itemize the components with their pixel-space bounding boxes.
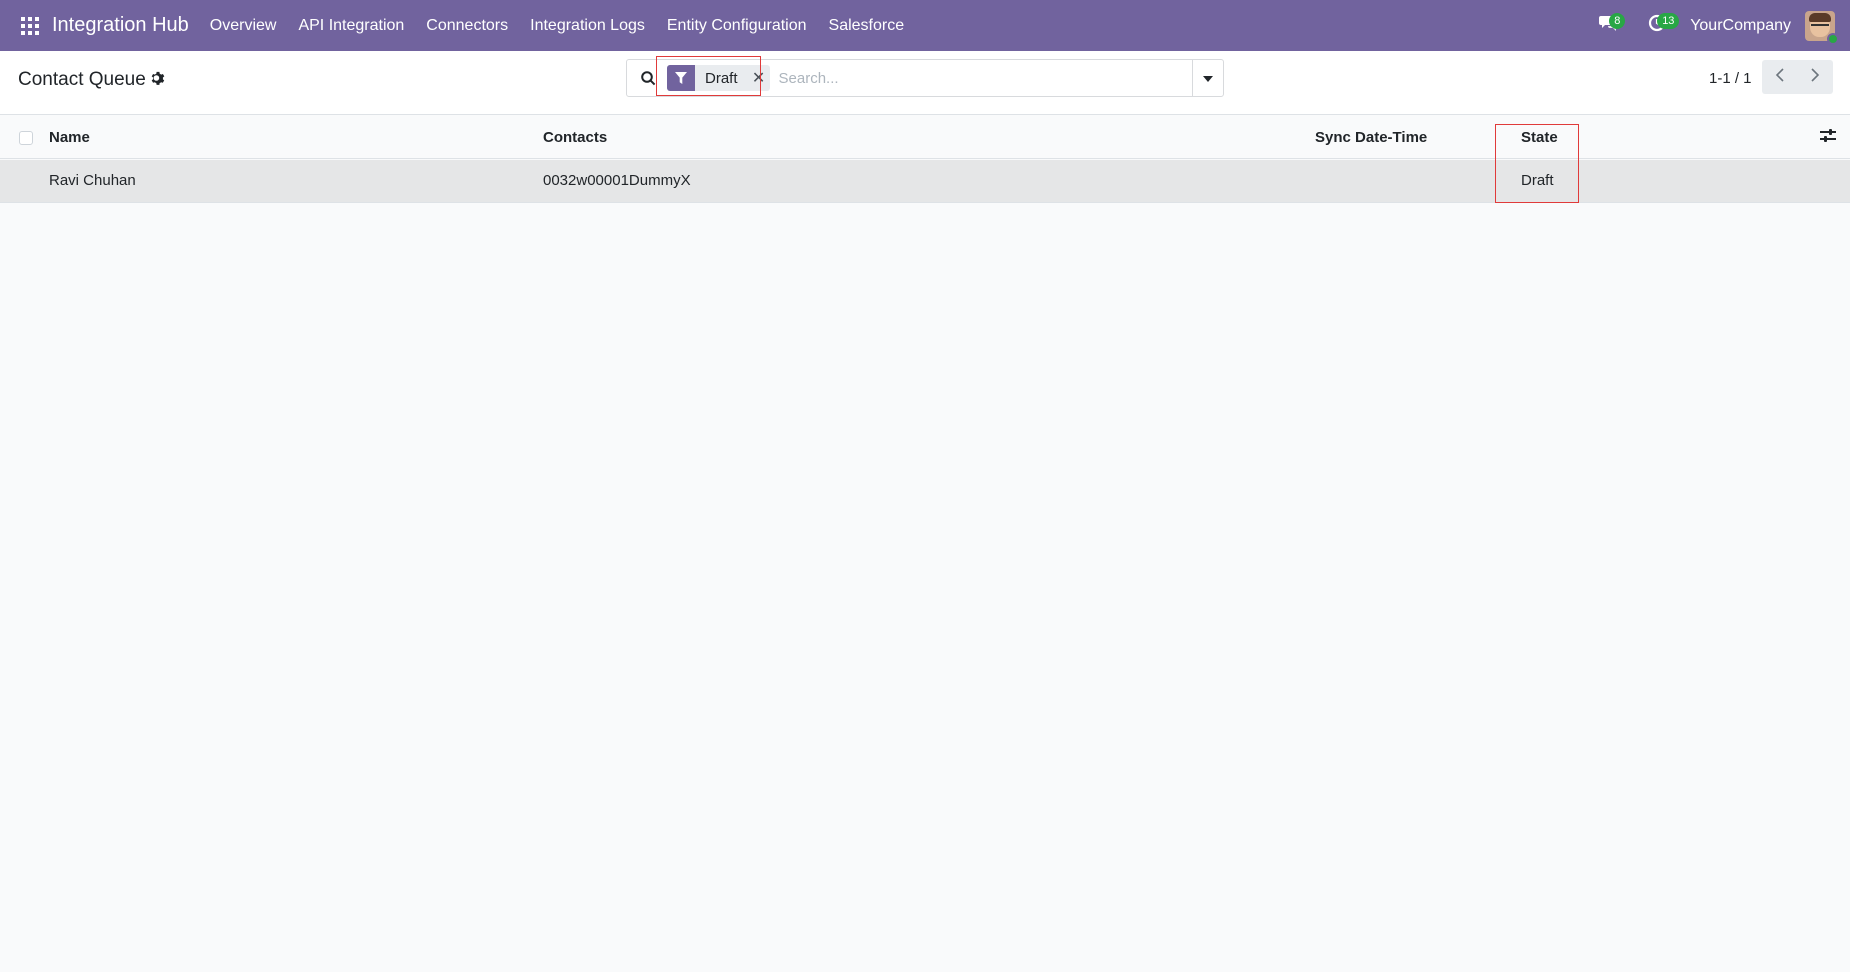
search-bar: Draft ✕ (626, 59, 1224, 97)
apps-grid-icon[interactable] (15, 11, 45, 41)
cell-name: Ravi Chuhan (49, 172, 136, 189)
systray: 8 13 YourCompany (1594, 0, 1850, 51)
menu-item-overview[interactable]: Overview (199, 0, 288, 51)
close-icon[interactable]: ✕ (748, 65, 770, 91)
top-navbar: Integration Hub Overview API Integration… (0, 0, 1850, 51)
menu-item-api-integration[interactable]: API Integration (287, 0, 415, 51)
filter-facet-draft[interactable]: Draft ✕ (667, 65, 770, 91)
select-all-checkbox[interactable] (19, 131, 33, 145)
column-header-contacts[interactable]: Contacts (543, 129, 607, 146)
activities-button[interactable]: 13 (1642, 11, 1680, 41)
search-input[interactable] (778, 63, 1192, 93)
pager-value[interactable]: 1-1 / 1 (1709, 70, 1752, 87)
cell-contacts: 0032w00001DummyX (543, 172, 691, 189)
table-row[interactable]: Ravi Chuhan 0032w00001DummyX Draft (0, 160, 1850, 203)
app-title[interactable]: Integration Hub (52, 14, 189, 37)
filter-facet-label: Draft (705, 69, 738, 87)
search-options-toggle[interactable] (1192, 60, 1223, 96)
avatar-hair (1809, 12, 1831, 22)
menu-item-integration-logs[interactable]: Integration Logs (519, 0, 656, 51)
control-panel: Contact Queue Draft ✕ 1-1 / 1 (0, 51, 1850, 115)
user-avatar[interactable] (1805, 10, 1839, 45)
list-header: Name Contacts Sync Date-Time State (0, 116, 1850, 159)
menu-item-salesforce[interactable]: Salesforce (818, 0, 916, 51)
messages-button[interactable]: 8 (1594, 11, 1626, 41)
activities-count-badge: 13 (1657, 12, 1680, 29)
search-icon[interactable] (635, 65, 661, 91)
chevron-right-icon (1810, 67, 1820, 87)
gear-icon[interactable] (150, 70, 168, 88)
filter-funnel-icon (667, 65, 695, 91)
main-menu: Overview API Integration Connectors Inte… (199, 0, 915, 51)
optional-columns-sliders-icon[interactable] (1820, 128, 1838, 146)
avatar-glasses (1811, 23, 1829, 29)
menu-item-entity-configuration[interactable]: Entity Configuration (656, 0, 818, 51)
chevron-left-icon (1775, 67, 1785, 87)
column-header-sync-date-time[interactable]: Sync Date-Time (1315, 129, 1427, 146)
menu-item-connectors[interactable]: Connectors (415, 0, 519, 51)
page-title: Contact Queue (18, 69, 146, 90)
messages-count-badge: 8 (1609, 12, 1626, 29)
caret-down-icon (1203, 69, 1213, 87)
company-switcher[interactable]: YourCompany (1690, 17, 1791, 35)
online-status-dot (1827, 32, 1839, 45)
cell-state: Draft (1521, 172, 1554, 189)
column-header-name[interactable]: Name (49, 129, 90, 146)
pager-previous-button[interactable] (1762, 60, 1798, 94)
column-header-state[interactable]: State (1521, 129, 1558, 146)
pager-next-button[interactable] (1797, 60, 1833, 94)
